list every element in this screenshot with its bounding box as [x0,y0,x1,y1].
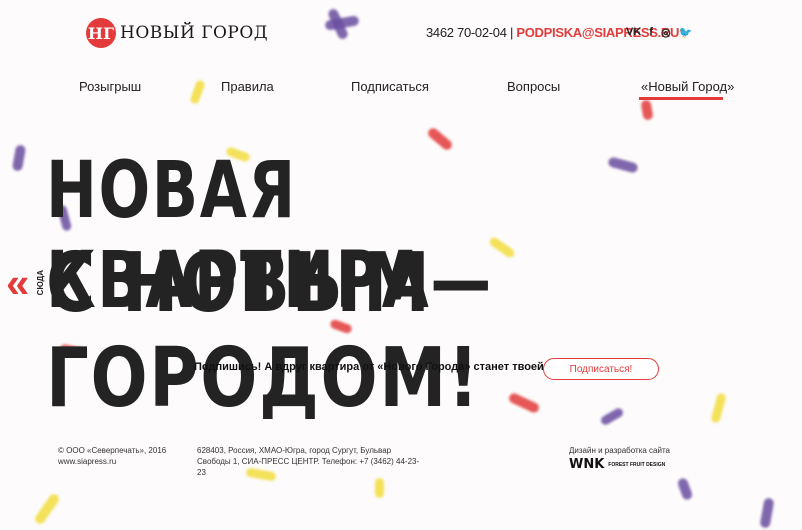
nav-item-faq[interactable]: Вопросы [507,79,560,94]
confetti [375,478,384,498]
confetti [33,492,61,526]
footer-copyright: © ООО «Северпечать», 2016 [58,446,167,455]
confetti [676,476,694,502]
twitter-icon[interactable]: 🐦 [679,26,693,39]
nav-item-rules[interactable]: Правила [221,79,274,94]
footer-design-label: Дизайн и разработка сайта [569,446,670,455]
hero-headline-line2: с Новым Городом! [46,236,481,426]
page: НГ НОВЫЙ ГОРОД 3462 70-02-04 | PODPISKA@… [0,0,802,530]
confetti [710,392,727,424]
instagram-icon[interactable]: ◎ [661,26,671,39]
contact-separator: | [509,25,514,40]
hero-tagline: Подпишись! А вдруг квартира от «Нового Г… [194,361,551,373]
nav-item-novy-gorod[interactable]: «Новый Город» [641,79,734,94]
footer-address: 628403, Россия, ХМАО-Югра, город Сургут,… [197,446,420,477]
footer-design-block: Дизайн и разработка сайта WNK FOREST FRU… [569,445,709,472]
footer-site-link[interactable]: www.siapress.ru [58,456,188,467]
studio-partner-text: FOREST FRUIT DESIGN [608,461,666,468]
site-logo[interactable]: НГ НОВЫЙ ГОРОД [86,18,268,48]
double-chevron-left-icon[interactable]: « [6,262,29,304]
confetti [11,144,27,172]
main-nav: Розыгрыш Правила Подписаться Вопросы «Но… [0,79,802,99]
logo-mark: НГ [86,18,116,48]
nav-item-subscribe[interactable]: Подписаться [351,79,429,94]
studio-logo[interactable]: WNK FOREST FRUIT DESIGN [569,457,709,472]
nav-active-indicator [639,97,723,100]
nav-item-draw[interactable]: Розыгрыш [79,79,141,94]
confetti [759,497,775,529]
side-label[interactable]: СЮДА [36,270,45,295]
social-links: VK f ◎ 🐦 [626,26,692,39]
footer-copyright-block: © ООО «Северпечать», 2016 www.siapress.r… [58,445,188,467]
vk-icon[interactable]: VK [626,26,641,39]
phone-number[interactable]: 3462 70-02-04 [426,25,507,40]
confetti [640,99,654,121]
facebook-icon[interactable]: f [649,26,653,39]
studio-logo-text: WNK [569,457,605,472]
subscribe-button[interactable]: Подписаться! [543,358,659,380]
logo-text: НОВЫЙ ГОРОД [120,23,269,43]
